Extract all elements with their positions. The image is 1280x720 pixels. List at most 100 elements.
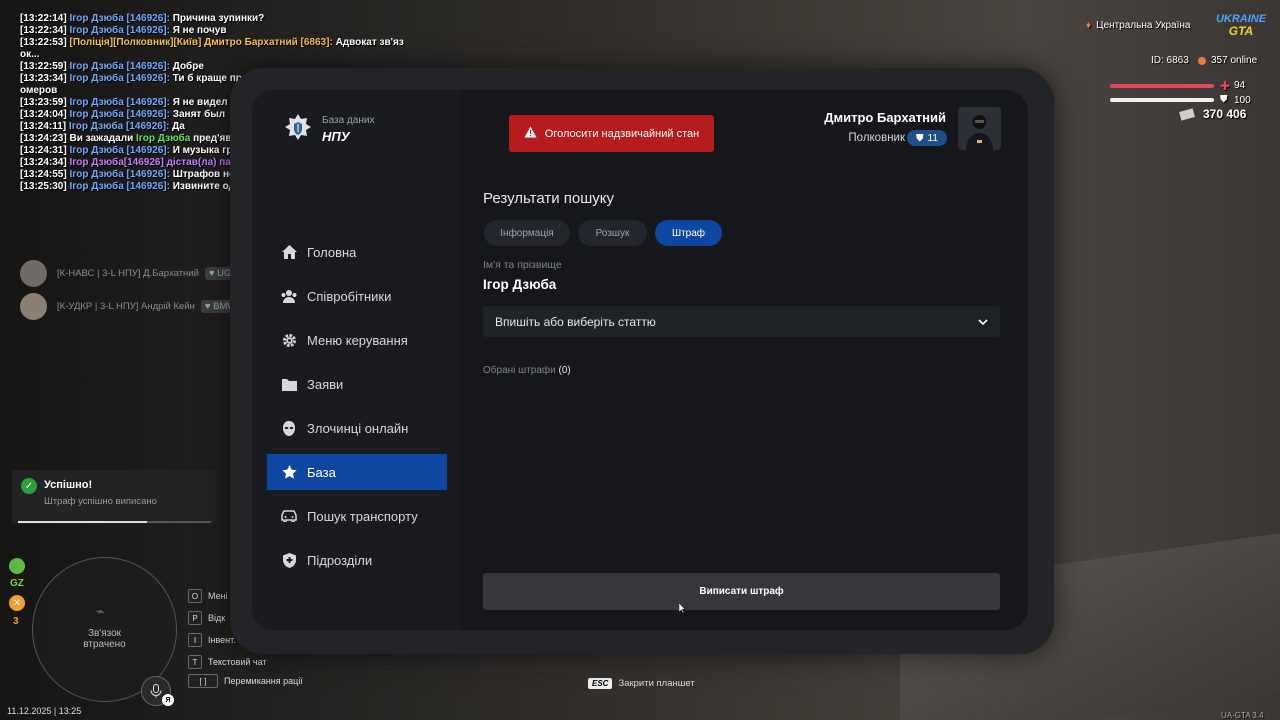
chat-time: [13:25:30] [20,181,67,192]
tab-fine[interactable]: Штраф [655,220,722,246]
chat-time: [13:24:04] [20,109,67,120]
chat-mention: Ігор Дзюба [136,133,191,144]
region-display: ♦ Центральна Україна [1086,20,1190,31]
article-select[interactable]: Впишіть або виберіть статтю [483,306,1000,337]
shield-icon [281,552,297,568]
armor-value: 100 [1234,95,1251,106]
sidebar-item[interactable]: Злочинці онлайн [267,410,447,446]
hotkey-key: I [188,633,202,647]
chat-line: [13:22:34] Ігор Дзюба [146926]: Я не поч… [20,25,410,37]
emergency-button[interactable]: Оголосити надзвичайний стан [509,115,714,152]
hotkey-key: T [188,655,202,669]
chat-time: [13:23:59] [20,97,67,108]
money-display: 370 406 [1179,107,1246,121]
sidebar-item[interactable]: Головна [267,234,447,270]
home-icon [281,244,297,260]
selected-fines-label: Обрані штрафи [483,365,556,376]
toast-progress [18,521,211,523]
tab-information[interactable]: Інформація [484,220,570,246]
sidebar-item-label: База [307,464,336,480]
mask-icon [281,420,297,436]
chat-time: [13:24:55] [20,169,67,180]
emergency-button-label: Оголосити надзвичайний стан [544,127,700,140]
region-icon: ♦ [1086,20,1092,31]
user-name: Дмитро Бархатний [824,110,946,125]
health-value: 94 [1234,80,1246,91]
page-title: Результати пошуку [483,190,614,207]
sidebar-item[interactable]: Співробітники [267,278,447,314]
hotkey-label: Текстовий чат [208,657,267,667]
chat-author: Ігор Дзюба [146926]: [69,61,170,72]
rank-badge: ⛊ 11 [907,130,947,146]
sidebar-item-label: Заяви [307,376,344,392]
esc-key: ESC [588,678,613,689]
chat-author: Ігор Дзюба [146926]: [69,97,170,108]
tab-wanted[interactable]: Розшук [578,220,647,246]
mic-badge: Я [162,694,174,706]
logo-title: НПУ [322,129,350,144]
chat-text: Добре [172,61,204,72]
people-icon [281,288,297,304]
hotkey-key: O [188,589,202,603]
player-avatar [20,259,47,287]
hotkey-row: I Інвент. [188,633,236,647]
online-count: 357 online [1198,55,1257,66]
armor-icon: ⛊ [1220,94,1228,105]
chat-author: Ігор Дзюба [146926]: [69,73,170,84]
chat-time: [13:22:59] [20,61,67,72]
logo-subtitle: База даних [322,115,375,126]
no-signal-icon: ⌁ [96,603,105,619]
chat-text: Я не почув [172,25,227,36]
chat-author: Ігор Дзюба [146926]: [69,109,170,120]
player-entry: [К-УДКР | 3-L НПУ] Андрій Кейн ♥ BMW [20,292,241,320]
money-icon [1179,107,1195,121]
chat-author: Ігор Дзюба [146926]: [69,169,170,180]
player-name: [К-НАВС | 3-L НПУ] Д.Бархатний [57,267,199,279]
person-name: Ігор Дзюба [483,277,557,292]
chat-author: [Поліція][Полковник][Київ] Дмитро Бархат… [69,37,333,48]
sidebar-item-label: Злочинці онлайн [307,420,409,436]
hotkey-row: [ ] Перемикання рації [188,674,303,688]
esc-hint: ESC Закрити планшет [588,678,695,689]
sidebar-item[interactable]: Заяви [267,366,447,402]
esc-label: Закрити планшет [618,678,695,689]
avatar[interactable] [958,107,1001,150]
issue-fine-button[interactable]: Виписати штраф [483,573,1000,610]
sidebar-item[interactable]: Підрозділи [267,542,447,578]
chat-author: Ігор Дзюба [146926]: [69,13,170,24]
check-icon: ✓ [21,478,37,494]
player-avatar [20,292,47,320]
selected-fines: Обрані штрафи (0) [483,365,571,376]
sidebar-item[interactable]: Пошук транспорту [267,498,447,534]
gz-icon [9,558,25,574]
cross-icon: ✕ [9,595,25,611]
chat-text: Да [172,121,185,132]
chat-line: [13:22:14] Ігор Дзюба [146926]: Причина … [20,13,410,25]
hotkey-row: T Текстовий чат [188,655,267,669]
folder-icon [281,376,297,392]
star-icon [281,464,297,480]
region-name: Центральна Україна [1096,20,1191,31]
person-label: Ім'я та прізвище [483,259,562,271]
hotkey-label: Мені [208,591,228,601]
chat-line: [13:22:53] [Поліція][Полковник][Київ] Дм… [20,37,410,61]
chat-author: Ви зажадали [69,133,134,144]
gz-label: GZ [10,578,24,589]
armor-bar [1110,98,1214,102]
chat-time: [13:24:31] [20,145,67,156]
sidebar-item[interactable]: Меню керування [267,322,447,358]
hotkey-label: Перемикання рації [224,676,303,686]
police-logo-icon [283,113,313,143]
health-bar [1110,84,1214,88]
success-toast: ✓ Успішно! Штраф успішно виписано [12,470,217,524]
sidebar-item[interactable]: База [267,454,447,490]
online-icon [1198,56,1206,65]
hotkey-label: Відк [208,613,226,623]
warning-icon [524,126,537,141]
sidebar-item-label: Меню керування [307,332,408,348]
gz-count: 3 [13,616,19,627]
selected-fines-count: (0) [558,365,571,376]
chat-author: Ігор Дзюба [146926]: [68,121,170,132]
chat-time: [13:22:34] [20,25,67,36]
brand-logo: UKRAINE GTA [1215,13,1267,38]
